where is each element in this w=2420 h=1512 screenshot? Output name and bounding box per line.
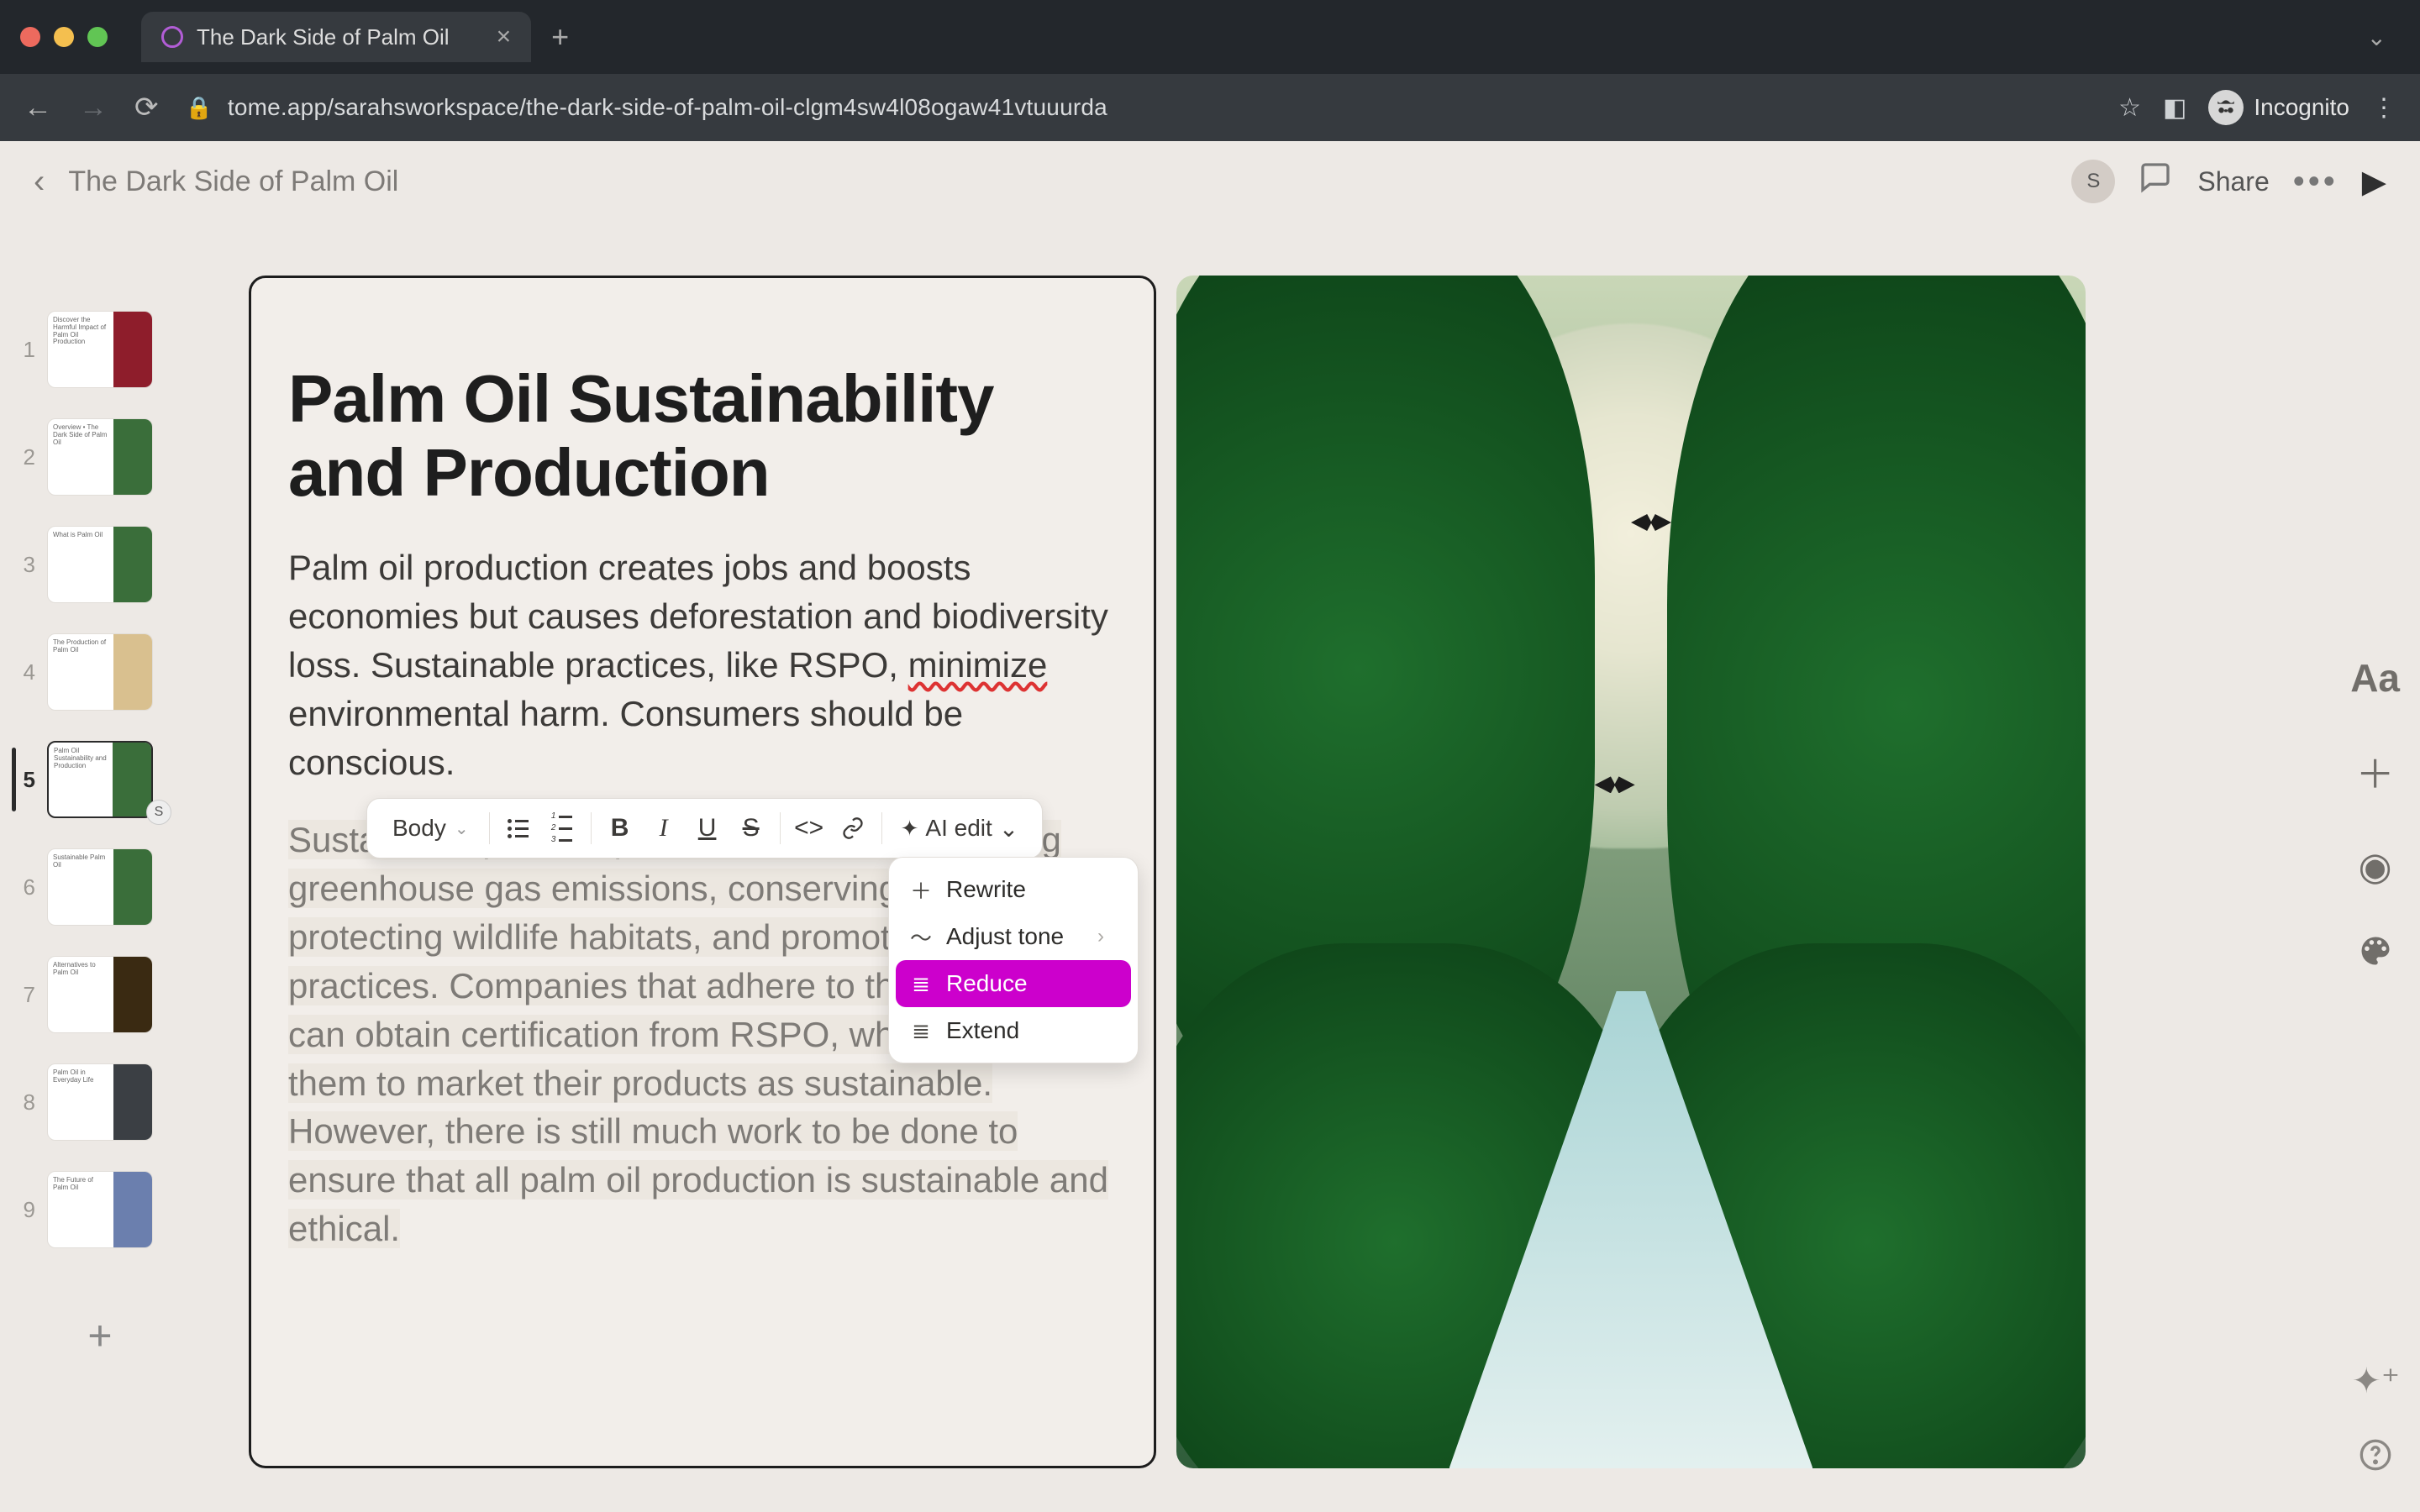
chevron-down-icon: ⌄	[455, 818, 469, 839]
reload-icon[interactable]: ⟳	[134, 91, 159, 124]
bookmark-star-icon[interactable]: ☆	[2118, 93, 2141, 123]
back-icon[interactable]: ‹	[34, 163, 45, 201]
url-text[interactable]: tome.app/sarahsworkspace/the-dark-side-o…	[228, 94, 2118, 121]
tab-title: The Dark Side of Palm Oil	[197, 24, 450, 50]
link-icon[interactable]	[834, 810, 871, 847]
text-style-dropdown[interactable]: Body⌄	[382, 815, 479, 842]
present-play-icon[interactable]: ▶	[2362, 163, 2386, 201]
thumb-6[interactable]: 6Sustainable Palm Oil	[17, 848, 165, 926]
new-tab-button[interactable]: +	[551, 19, 569, 55]
extend-icon: ≣	[909, 1018, 933, 1044]
more-menu-icon[interactable]: •••	[2293, 163, 2338, 201]
text-tool-icon[interactable]: Aa	[2350, 655, 2400, 701]
incognito-indicator[interactable]: Incognito	[2208, 90, 2349, 125]
thumb-5[interactable]: 5Palm Oil Sustainability and ProductionS	[17, 741, 165, 818]
thumb-7[interactable]: 7Alternatives to Palm Oil	[17, 956, 165, 1033]
right-tool-rail: Aa ＋ ◉	[2350, 655, 2400, 979]
tab-favicon	[161, 26, 183, 48]
incognito-label: Incognito	[2254, 94, 2349, 121]
help-icon[interactable]	[2359, 1438, 2392, 1480]
thumb-9[interactable]: 9The Future of Palm Oil	[17, 1171, 165, 1248]
window-controls	[20, 27, 108, 47]
comments-icon[interactable]	[2139, 160, 2172, 202]
thumb-8[interactable]: 8Palm Oil in Everyday Life	[17, 1063, 165, 1141]
text-format-toolbar: Body⌄ 123 B I U S <> ✦ AI edit ⌄	[366, 798, 1043, 858]
record-icon[interactable]: ◉	[2359, 843, 2392, 889]
browser-tab-strip: The Dark Side of Palm Oil × + ⌄	[0, 0, 2420, 74]
sparkle-icon: ✦	[901, 816, 919, 842]
nav-back-icon[interactable]: ←	[24, 92, 52, 124]
rainforest-illustration	[1176, 276, 2086, 1468]
app-top-bar: ‹ The Dark Side of Palm Oil S Share ••• …	[0, 141, 2420, 222]
maximize-window-button[interactable]	[87, 27, 108, 47]
slide-stage: Palm Oil Sustainability and Production P…	[249, 276, 2086, 1468]
browser-tab[interactable]: The Dark Side of Palm Oil ×	[141, 12, 531, 62]
nav-forward-icon: →	[79, 92, 108, 124]
tone-icon: 〜	[909, 921, 933, 953]
slide-heading[interactable]: Palm Oil Sustainability and Production	[288, 362, 1117, 510]
slide-paragraph-1[interactable]: Palm oil production creates jobs and boo…	[288, 543, 1117, 787]
ai-adjust-tone-item[interactable]: 〜 Adjust tone ›	[896, 913, 1131, 960]
add-block-icon[interactable]: ＋	[2356, 744, 2395, 800]
strikethrough-icon[interactable]: S	[733, 810, 770, 847]
thumb-4[interactable]: 4The Production of Palm Oil	[17, 633, 165, 711]
underline-icon[interactable]: U	[689, 810, 726, 847]
close-window-button[interactable]	[20, 27, 40, 47]
ai-extend-item[interactable]: ≣ Extend	[896, 1007, 1131, 1054]
presence-badge: S	[146, 800, 171, 825]
browser-menu-icon[interactable]: ⋮	[2371, 93, 2396, 123]
lock-icon[interactable]: 🔒	[186, 95, 213, 121]
numbered-list-icon[interactable]: 123	[544, 810, 581, 847]
ai-edit-dropdown[interactable]: ✦ AI edit ⌄	[892, 815, 1028, 843]
thumb-2[interactable]: 2Overview • The Dark Side of Palm Oil	[17, 418, 165, 496]
theme-palette-icon[interactable]	[2357, 932, 2394, 979]
italic-icon[interactable]: I	[645, 810, 682, 847]
right-rail-bottom: ✦⁺	[2352, 1360, 2400, 1480]
add-slide-button[interactable]: +	[47, 1297, 153, 1374]
chevron-down-icon: ⌄	[999, 815, 1018, 843]
chevron-right-icon: ›	[1097, 925, 1104, 948]
tabs-overflow-icon[interactable]: ⌄	[2367, 24, 2386, 51]
code-icon[interactable]: <>	[791, 810, 828, 847]
bulleted-list-icon[interactable]	[500, 810, 537, 847]
page-title: The Dark Side of Palm Oil	[68, 165, 398, 198]
spellcheck-underline: minimize	[908, 645, 1048, 685]
ai-reduce-item[interactable]: ≣ Reduce	[896, 960, 1131, 1007]
share-button[interactable]: Share	[2197, 166, 2269, 197]
thumb-1[interactable]: 1Discover the Harmful Impact of Palm Oil…	[17, 311, 165, 388]
ai-edit-menu: ＋ Rewrite 〜 Adjust tone › ≣ Reduce ≣ Ext…	[888, 857, 1139, 1063]
reduce-icon: ≣	[909, 971, 933, 997]
minimize-window-button[interactable]	[54, 27, 74, 47]
thumb-3[interactable]: 3What is Palm Oil	[17, 526, 165, 603]
ai-sparkle-icon[interactable]: ✦⁺	[2352, 1360, 2400, 1401]
rewrite-icon: ＋	[909, 874, 933, 906]
slide-thumbnail-rail: 1Discover the Harmful Impact of Palm Oil…	[17, 311, 165, 1374]
user-avatar[interactable]: S	[2071, 160, 2115, 203]
ai-rewrite-item[interactable]: ＋ Rewrite	[896, 866, 1131, 913]
bold-icon[interactable]: B	[602, 810, 639, 847]
install-app-icon[interactable]: ◧	[2163, 93, 2186, 123]
browser-toolbar: ← → ⟳ 🔒 tome.app/sarahsworkspace/the-dar…	[0, 74, 2420, 141]
close-tab-icon[interactable]: ×	[497, 23, 512, 51]
image-card[interactable]	[1176, 276, 2086, 1468]
incognito-icon	[2208, 90, 2244, 125]
